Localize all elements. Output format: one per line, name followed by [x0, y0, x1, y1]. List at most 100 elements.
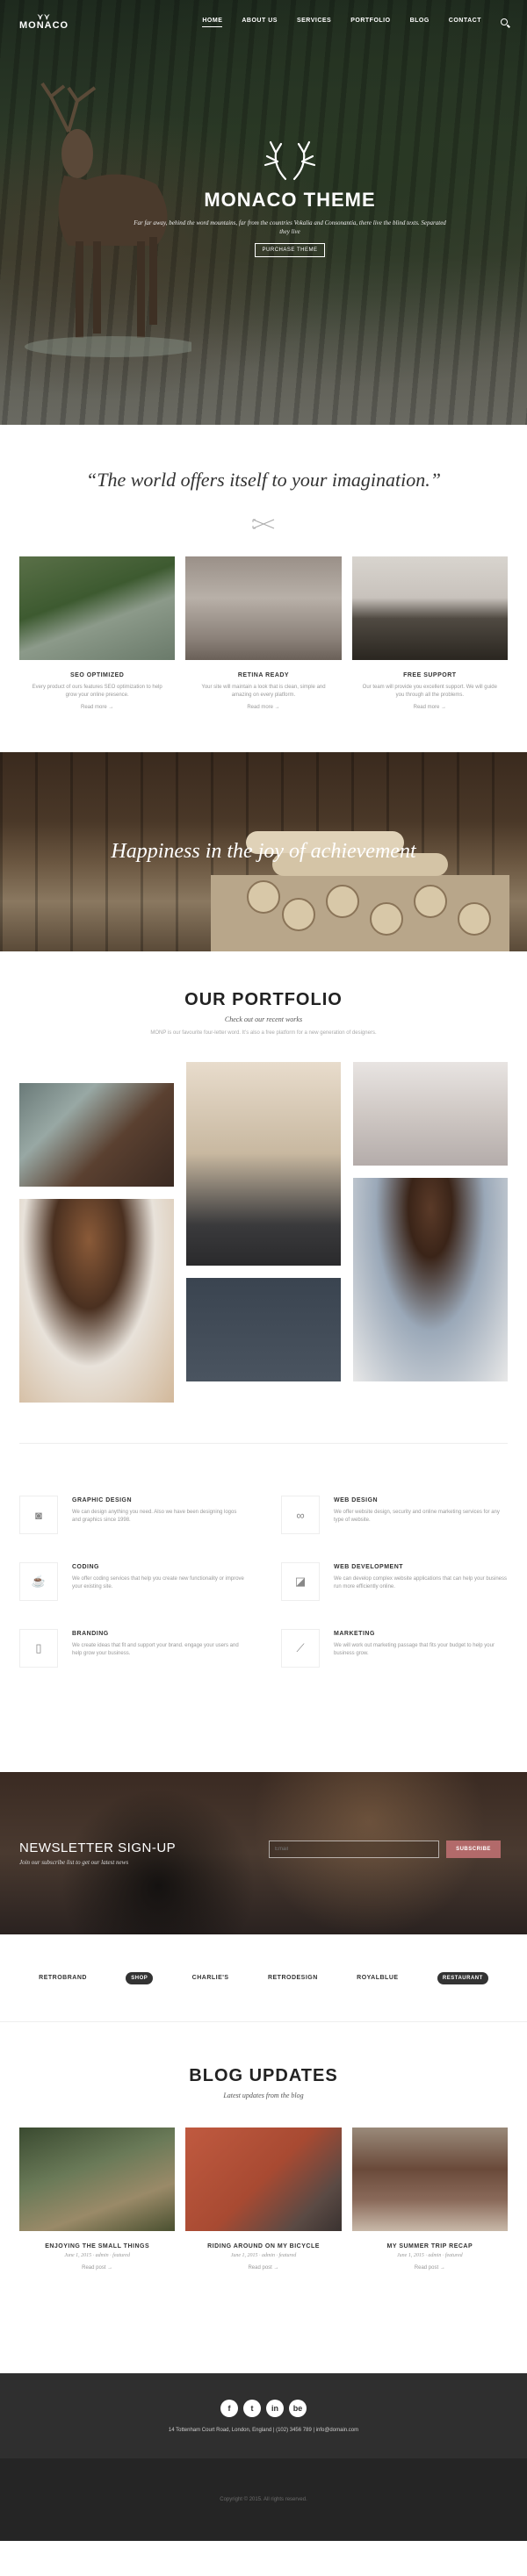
- feature-seo: SEO OPTIMIZED Every product of ours feat…: [19, 556, 176, 752]
- read-post-link[interactable]: Read post →: [185, 2265, 341, 2271]
- newsletter-title: NEWSLETTER SIGN-UP: [19, 1841, 177, 1855]
- service-title: BRANDING: [72, 1631, 109, 1637]
- search-icon[interactable]: [501, 18, 508, 25]
- client-logo-restaurant: RESTAURANT: [437, 1971, 488, 1984]
- blog-post: MY SUMMER TRIP RECAP June 1, 2015 · admi…: [351, 2128, 508, 2271]
- blog-post: RIDING AROUND ON MY BICYCLE June 1, 2015…: [185, 2128, 342, 2271]
- email-field[interactable]: [269, 1841, 439, 1858]
- read-post-link[interactable]: Read post →: [19, 2265, 175, 2271]
- client-logo-retrobrand: RETROBRAND: [39, 1975, 87, 1981]
- post-meta: June 1, 2015 · admin · featured: [64, 2253, 130, 2258]
- footer-top: f t in be 14 Tottenham Court Road, Londo…: [0, 2373, 527, 2458]
- service-text: We can design anything you need. Also we…: [72, 1510, 237, 1523]
- antler-logo-icon: ⋎⋎: [37, 12, 51, 21]
- post-title[interactable]: RIDING AROUND ON MY BICYCLE: [185, 2243, 341, 2250]
- facebook-icon[interactable]: f: [220, 2399, 238, 2417]
- service-marketing: ⟋ MARKETING We will work out marketing p…: [281, 1629, 508, 1668]
- nav-home[interactable]: HOME: [202, 18, 223, 27]
- bicycle-icon: ∞: [281, 1496, 320, 1534]
- linkedin-icon[interactable]: in: [266, 2399, 284, 2417]
- post-title[interactable]: ENJOYING THE SMALL THINGS: [19, 2243, 175, 2250]
- post-image[interactable]: [19, 2128, 176, 2231]
- post-image[interactable]: [185, 2128, 342, 2231]
- feature-title: FREE SUPPORT: [403, 672, 457, 678]
- client-logo-shop: SHOP: [126, 1971, 154, 1984]
- feature-support: FREE SUPPORT Our team will provide you e…: [351, 556, 508, 752]
- client-logo-royalblue: ROYALBLUE: [357, 1975, 399, 1981]
- blog-title: BLOG UPDATES: [189, 2066, 338, 2085]
- nav-portfolio[interactable]: PORTFOLIO: [350, 18, 390, 26]
- crossed-arrows-icon: [252, 519, 275, 529]
- woodpile-banner: Happiness in the joy of achievement: [0, 752, 527, 951]
- nav-services[interactable]: SERVICES: [297, 18, 331, 26]
- service-coding: ☕ CODING We offer coding services that h…: [19, 1562, 246, 1601]
- portfolio-item-bicycle-woman[interactable]: [353, 1178, 508, 1381]
- service-web-design: ∞ WEB DESIGN We offer website design, se…: [281, 1496, 508, 1534]
- hero-section: ⋎⋎ MONACO HOME ABOUT US SERVICES PORTFOL…: [0, 0, 527, 425]
- services-grid: ◙ GRAPHIC DESIGN We can design anything …: [19, 1496, 508, 1668]
- hero-content: MONACO THEME Far far away, behind the wo…: [132, 140, 448, 257]
- portfolio-subtitle: Check out our recent works: [224, 1015, 303, 1023]
- service-graphic-design: ◙ GRAPHIC DESIGN We can design anything …: [19, 1496, 246, 1534]
- read-more-link[interactable]: Read more →: [19, 705, 175, 710]
- behance-icon[interactable]: be: [289, 2399, 307, 2417]
- portfolio-item-house-jeep[interactable]: [186, 1062, 341, 1266]
- chart-icon: ◪: [281, 1562, 320, 1601]
- footer-bottom: Copyright © 2015. All rights reserved.: [0, 2458, 527, 2541]
- feature-text: Every product of ours features SEO optim…: [32, 685, 162, 698]
- foggy-road-image: [185, 556, 342, 660]
- purchase-theme-button[interactable]: PURCHASE THEME: [254, 243, 326, 257]
- mouse-icon: ▯: [19, 1629, 58, 1668]
- hero-title: MONACO THEME: [204, 189, 376, 211]
- service-text: We will work out marketing passage that …: [334, 1643, 495, 1656]
- read-more-link[interactable]: Read more →: [185, 705, 341, 710]
- quote-text: “The world offers itself to your imagina…: [86, 469, 441, 491]
- blog-post: ENJOYING THE SMALL THINGS June 1, 2015 ·…: [19, 2128, 176, 2271]
- service-title: MARKETING: [334, 1631, 375, 1637]
- post-image[interactable]: [351, 2128, 508, 2231]
- hero-subtitle: Far far away, behind the word mountains,…: [134, 219, 446, 235]
- portfolio-item-sign[interactable]: [186, 1278, 341, 1381]
- portfolio-item-coffee[interactable]: [19, 1199, 174, 1403]
- service-branding: ▯ BRANDING We create ideas that fit and …: [19, 1629, 246, 1668]
- nav-about-us[interactable]: ABOUT US: [242, 18, 278, 26]
- banner-heading: Happiness in the joy of achievement: [111, 840, 416, 863]
- service-text: We create ideas that fit and support you…: [72, 1643, 239, 1656]
- section-divider: [19, 1443, 508, 1444]
- post-title[interactable]: MY SUMMER TRIP RECAP: [352, 2243, 508, 2250]
- service-title: WEB DESIGN: [334, 1497, 379, 1503]
- portfolio-item-rain[interactable]: [353, 1062, 508, 1166]
- service-text: We offer website design, security and on…: [334, 1510, 500, 1523]
- read-post-link[interactable]: Read post →: [352, 2265, 508, 2271]
- antlers-icon: [264, 140, 316, 181]
- read-more-link[interactable]: Read more →: [352, 705, 508, 710]
- nav-contact[interactable]: CONTACT: [449, 18, 481, 26]
- portfolio-item-waves-rock[interactable]: [19, 1083, 174, 1187]
- feature-title: SEO OPTIMIZED: [69, 672, 125, 678]
- service-web-development: ◪ WEB DEVELOPMENT We can develop complex…: [281, 1562, 508, 1601]
- twitter-icon[interactable]: t: [243, 2399, 261, 2417]
- feature-text: Our team will provide you excellent supp…: [362, 685, 497, 698]
- feature-title: RETINA READY: [237, 672, 290, 678]
- coffee-cup-icon: ☕: [19, 1562, 58, 1601]
- client-logo-charlies: CHARLIE'S: [191, 1975, 229, 1981]
- portfolio-description: MONP is our favourite four-letter word. …: [150, 1030, 377, 1036]
- newsletter-section: NEWSLETTER SIGN-UP Join our subscribe li…: [0, 1772, 527, 1934]
- line-chart-icon: ⟋: [281, 1629, 320, 1668]
- service-text: We offer coding services that help you c…: [72, 1576, 244, 1589]
- newsletter-subtitle: Join our subscribe list to get our lates…: [19, 1859, 129, 1866]
- subscribe-button[interactable]: SUBSCRIBE: [446, 1841, 501, 1858]
- main-nav: HOME ABOUT US SERVICES PORTFOLIO BLOG CO…: [202, 18, 508, 27]
- logo-text: MONACO: [19, 20, 69, 31]
- site-logo[interactable]: ⋎⋎ MONACO: [19, 12, 69, 32]
- copyright-text: Copyright © 2015. All rights reserved.: [220, 2497, 307, 2502]
- nav-blog[interactable]: BLOG: [410, 18, 430, 26]
- top-navigation-bar: ⋎⋎ MONACO HOME ABOUT US SERVICES PORTFOL…: [0, 0, 527, 44]
- footer-address: 14 Tottenham Court Road, London, England…: [168, 2427, 359, 2433]
- client-logo-retrodesign: RETRODESIGN: [267, 1975, 318, 1981]
- blog-subtitle: Latest updates from the blog: [223, 2092, 304, 2099]
- deer-lake-image: [19, 556, 176, 660]
- services-section: ◙ GRAPHIC DESIGN We can design anything …: [0, 1443, 527, 1772]
- railway-image: [351, 556, 508, 660]
- blog-posts: ENJOYING THE SMALL THINGS June 1, 2015 ·…: [0, 2128, 527, 2271]
